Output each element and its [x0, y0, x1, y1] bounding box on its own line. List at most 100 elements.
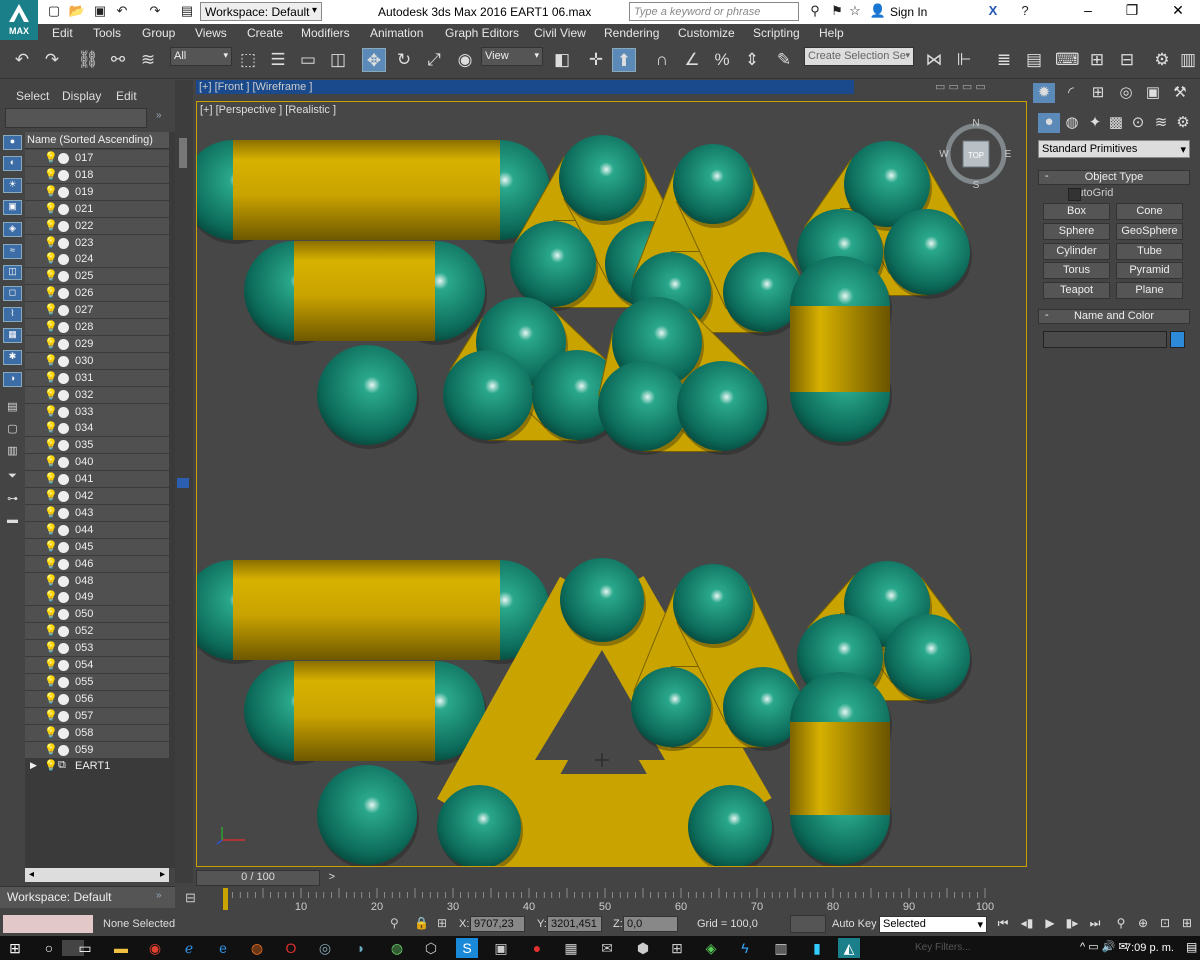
absolute-mode-icon[interactable]: ⊞ [437, 916, 447, 930]
list-item[interactable]: 💡 035 [25, 437, 169, 455]
open-file-icon[interactable]: 📂 [68, 3, 86, 20]
geosphere-button[interactable]: GeoSphere [1116, 223, 1183, 240]
menu-group[interactable]: Group [142, 26, 175, 40]
binoculars-icon[interactable]: ⚲ [806, 3, 824, 20]
box-button[interactable]: Box [1043, 203, 1110, 220]
named-selection-sets-dropdown[interactable]: Create Selection Se [804, 47, 914, 66]
x-coordinate-field[interactable]: 9707,23 [470, 916, 525, 932]
reference-coordinate-dropdown[interactable]: View [481, 47, 543, 66]
edge-icon[interactable]: ℯ [178, 938, 200, 958]
select-rotate-icon[interactable]: ↻ [392, 48, 416, 72]
action-center-icon[interactable]: ▤ [1186, 940, 1197, 954]
visibility-bulb-icon[interactable]: 💡 [44, 692, 58, 705]
visibility-bulb-icon[interactable]: 💡 [44, 658, 58, 671]
sphere-object[interactable] [510, 221, 596, 307]
store-icon[interactable]: ⊞ [666, 938, 688, 958]
visibility-bulb-icon[interactable]: 💡 [44, 472, 58, 485]
layout-tab-handle[interactable] [177, 478, 189, 488]
sphere-object[interactable] [560, 558, 644, 642]
redo-icon[interactable]: ↷ [40, 48, 64, 72]
name-and-color-rollout[interactable]: - Name and Color [1038, 309, 1190, 324]
layout-slider[interactable] [179, 138, 187, 168]
previous-frame-icon[interactable]: ◂▮ [1018, 916, 1036, 933]
user-icon[interactable]: 👤 [869, 3, 887, 20]
capsule-body[interactable] [790, 722, 890, 815]
workspace-dropdown[interactable]: Workspace: Default [200, 2, 322, 21]
visibility-bulb-icon[interactable]: 💡 [44, 743, 58, 756]
app-icon[interactable]: ◗ [350, 938, 372, 958]
helpers-icon[interactable]: ⊙ [1127, 113, 1149, 133]
list-item-group[interactable]: ▶ 💡 ⧉ EART1 [25, 758, 169, 775]
maximize-viewport-icon[interactable]: ⊞ [1178, 916, 1196, 933]
app-icon[interactable]: ◍ [386, 938, 408, 958]
visibility-bulb-icon[interactable]: 💡 [44, 709, 58, 722]
list-item[interactable]: 💡 042 [25, 488, 169, 505]
capsule-body[interactable] [790, 306, 890, 392]
next-frame-icon[interactable]: ▮▸ [1063, 916, 1081, 933]
menu-customize[interactable]: Customize [678, 26, 735, 40]
visibility-bulb-icon[interactable]: 💡 [44, 354, 58, 367]
display-lights-icon[interactable]: ☀ [3, 178, 22, 193]
shapes-icon[interactable]: ◍ [1061, 113, 1083, 133]
display-geometry-icon[interactable]: ● [3, 135, 22, 150]
torus-button[interactable]: Torus [1043, 262, 1110, 279]
display-shapes-icon[interactable]: ◐ [3, 156, 22, 171]
select-by-name-icon[interactable]: ☰ [266, 48, 290, 72]
list-item[interactable]: 💡 056 [25, 690, 169, 708]
sign-in-link[interactable]: Sign In [890, 5, 927, 19]
favorites-star-icon[interactable]: ☆ [846, 3, 864, 20]
scroll-right-icon[interactable]: ▸ [160, 869, 165, 880]
list-item[interactable]: 💡 050 [25, 606, 169, 624]
unlink-icon[interactable]: ⚯ [106, 48, 130, 72]
toggle-layer-explorer-icon[interactable]: ≣ [992, 48, 1016, 72]
auto-key-button[interactable]: Auto Key [832, 918, 877, 930]
list-item[interactable]: 💡 022 [25, 217, 169, 235]
visibility-bulb-icon[interactable]: 💡 [44, 286, 58, 299]
viewport-controls-icon[interactable]: ▭ ▭ ▭ ▭ [935, 80, 986, 93]
skype-icon[interactable]: S [456, 938, 478, 958]
visibility-bulb-icon[interactable]: 💡 [44, 506, 58, 519]
mail-icon[interactable]: ✉ [596, 938, 618, 958]
hierarchy-tab-icon[interactable]: ⊞ [1087, 83, 1109, 103]
hierarchy-icon[interactable]: ▬ [4, 514, 21, 527]
list-item[interactable]: 💡 021 [25, 200, 169, 218]
key-filters-button[interactable]: Key Filters... [915, 942, 971, 953]
chrome-icon[interactable]: ◉ [144, 938, 166, 958]
visibility-bulb-icon[interactable]: 💡 [44, 320, 58, 333]
list-item[interactable]: 💡 030 [25, 352, 169, 370]
display-tab-icon[interactable]: ▣ [1142, 83, 1164, 103]
expand-arrows-icon[interactable]: » [156, 110, 162, 121]
app-icon[interactable]: ▮ [806, 938, 828, 958]
select-manipulate-icon[interactable]: ✛ [584, 48, 608, 72]
menu-tools[interactable]: Tools [93, 26, 121, 40]
primitive-category-dropdown[interactable]: Standard Primitives [1038, 140, 1190, 158]
zoom-extents-icon[interactable]: ⚲ [1112, 916, 1130, 933]
list-item[interactable]: 💡 058 [25, 724, 169, 742]
schematic-view-icon[interactable]: ⊞ [1085, 48, 1109, 72]
list-item[interactable]: 💡 026 [25, 285, 169, 303]
mini-curve-editor-icon[interactable]: ⊟ [185, 890, 196, 906]
selection-lock-icon[interactable]: 🔒 [414, 916, 429, 930]
zoom-all-icon[interactable]: ⊕ [1134, 916, 1152, 933]
menu-create[interactable]: Create [247, 26, 283, 40]
geometry-icon[interactable]: ● [1038, 113, 1060, 133]
go-to-end-icon[interactable]: ⏭ [1086, 916, 1104, 933]
save-icon[interactable]: ▣ [91, 3, 109, 20]
scene-explorer-search-input[interactable] [5, 108, 147, 128]
sphere-button[interactable]: Sphere [1043, 223, 1110, 240]
front-viewport-label[interactable]: [+] [Front ] [Wireframe ] [196, 80, 854, 94]
display-cameras-icon[interactable]: ▣ [3, 200, 22, 215]
bind-space-warp-icon[interactable]: ≋ [136, 48, 160, 72]
visibility-bulb-icon[interactable]: 💡 [44, 236, 58, 249]
viewport-label[interactable]: [+] [Perspective ] [Realistic ] [200, 104, 336, 116]
pyramid-button[interactable]: Pyramid [1116, 262, 1183, 279]
capsule-body[interactable] [294, 241, 435, 341]
app-icon[interactable]: ▣ [490, 938, 512, 958]
keyboard-shortcut-override-icon[interactable]: ⬆ [612, 48, 636, 72]
visibility-bulb-icon[interactable]: 💡 [44, 726, 58, 739]
render-setup-icon[interactable]: ⚙ [1150, 48, 1174, 72]
sphere-object[interactable] [598, 361, 688, 451]
workspace-label[interactable]: Workspace: Default [0, 886, 175, 908]
visibility-bulb-icon[interactable]: 💡 [44, 759, 58, 772]
play-icon[interactable]: ▶ [1041, 916, 1059, 933]
